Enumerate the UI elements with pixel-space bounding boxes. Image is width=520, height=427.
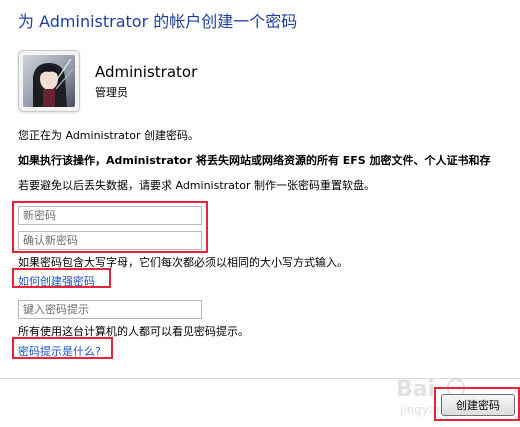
password-hint-field[interactable] [18, 300, 202, 319]
account-role: 管理员 [95, 86, 128, 99]
divider [0, 378, 520, 379]
password-hint-link[interactable]: 密码提示是什么? [18, 343, 101, 359]
reset-disk-text: 若要避免以后丢失数据，请要求 Administrator 制作一张密码重置软盘。 [18, 179, 375, 192]
info-text: 您正在为 Administrator 创建密码。 [18, 129, 199, 142]
watermark-brand: Bai [396, 377, 435, 402]
hint-visibility-note: 所有使用这台计算机的人都可以看见密码提示。 [18, 325, 249, 338]
create-password-button[interactable]: 创建密码 [441, 394, 515, 416]
account-name: Administrator [95, 63, 198, 81]
confirm-password-field[interactable] [18, 231, 202, 250]
page-title: 为 Administrator 的帐户创建一个密码 [18, 12, 298, 31]
avatar-image [23, 55, 75, 107]
watermark-sub: jingyan [399, 403, 444, 417]
case-sensitivity-note: 如果密码包含大写字母，它们每次都必须以相同的大小写方式输入。 [18, 256, 348, 269]
avatar [18, 50, 80, 112]
new-password-field[interactable] [18, 206, 202, 225]
strong-password-link[interactable]: 如何创建强密码 [18, 273, 95, 289]
create-password-page: 为 Administrator 的帐户创建一个密码 Administrator … [0, 0, 520, 427]
warning-text: 如果执行该操作，Administrator 将丢失网站或网络资源的所有 EFS … [18, 154, 491, 167]
